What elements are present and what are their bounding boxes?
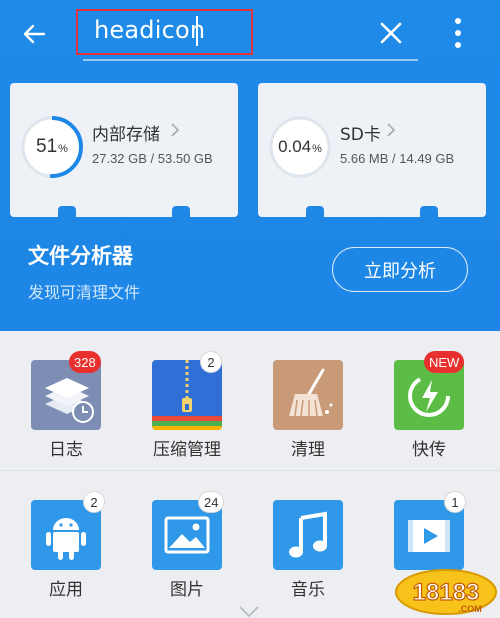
category-label: 清理 bbox=[291, 440, 325, 460]
card-notch bbox=[306, 206, 324, 217]
category-images[interactable]: 图片 24 bbox=[132, 471, 242, 600]
category-label: 快传 bbox=[412, 440, 446, 460]
analyze-now-button[interactable]: 立即分析 bbox=[332, 247, 468, 292]
watermark-text: 18183 bbox=[413, 579, 480, 606]
count-badge: 24 bbox=[198, 491, 225, 513]
watermark-graphic: 18183 .COM bbox=[395, 569, 497, 615]
count-badge: 2 bbox=[200, 351, 222, 373]
watermark-logo: 18183 .COM bbox=[394, 560, 498, 616]
internal-storage-usage: 27.32 GB / 53.50 GB bbox=[92, 151, 213, 166]
text-cursor bbox=[196, 16, 198, 46]
chevron-right-icon bbox=[387, 123, 396, 137]
count-badge: 328 bbox=[69, 351, 101, 373]
category-label: 压缩管理 bbox=[153, 440, 221, 460]
header-panel: headicon 51% 内部存储 27.32 GB / 53.50 GB 0.… bbox=[0, 0, 500, 331]
more-vert-icon[interactable] bbox=[446, 14, 470, 52]
category-music[interactable]: 音乐 bbox=[253, 471, 363, 600]
sd-card-card[interactable]: 0.04% SD卡 5.66 MB / 14.49 GB bbox=[258, 83, 486, 217]
count-badge: 2 bbox=[83, 491, 105, 513]
internal-storage-title: 内部存储 bbox=[92, 125, 160, 145]
category-clean[interactable]: 清理 bbox=[253, 331, 363, 460]
new-badge: NEW bbox=[424, 351, 465, 373]
count-badge: 1 bbox=[444, 491, 466, 513]
music-note-icon bbox=[273, 500, 343, 570]
category-label: 日志 bbox=[49, 440, 83, 460]
broom-icon bbox=[273, 360, 343, 430]
category-label: 音乐 bbox=[291, 580, 325, 600]
back-arrow-icon[interactable] bbox=[18, 18, 50, 50]
category-apps[interactable]: 应用 2 bbox=[11, 471, 121, 600]
category-label: 应用 bbox=[49, 580, 83, 600]
chevron-down-icon[interactable] bbox=[238, 605, 260, 618]
close-icon[interactable] bbox=[376, 18, 406, 48]
sd-card-title: SD卡 bbox=[340, 125, 381, 145]
category-log[interactable]: 日志 328 bbox=[11, 331, 121, 460]
analyzer-subtitle: 发现可清理文件 bbox=[28, 283, 141, 302]
card-notch bbox=[58, 206, 76, 217]
card-notch bbox=[420, 206, 438, 217]
internal-storage-card[interactable]: 51% 内部存储 27.32 GB / 53.50 GB bbox=[10, 83, 238, 217]
search-input[interactable]: headicon bbox=[94, 16, 205, 44]
sd-card-percent: 0.04% bbox=[278, 137, 322, 156]
chevron-right-icon bbox=[171, 123, 180, 137]
category-quick-transfer[interactable]: 快传 NEW bbox=[374, 331, 484, 460]
category-zip[interactable]: 压缩管理 2 bbox=[132, 331, 242, 460]
watermark-domain: .COM bbox=[458, 604, 482, 614]
analyzer-title: 文件分析器 bbox=[28, 244, 133, 268]
card-notch bbox=[172, 206, 190, 217]
sd-card-usage: 5.66 MB / 14.49 GB bbox=[340, 151, 455, 166]
search-underline bbox=[83, 59, 418, 61]
internal-storage-percent: 51% bbox=[36, 136, 68, 157]
category-label: 图片 bbox=[170, 580, 204, 600]
